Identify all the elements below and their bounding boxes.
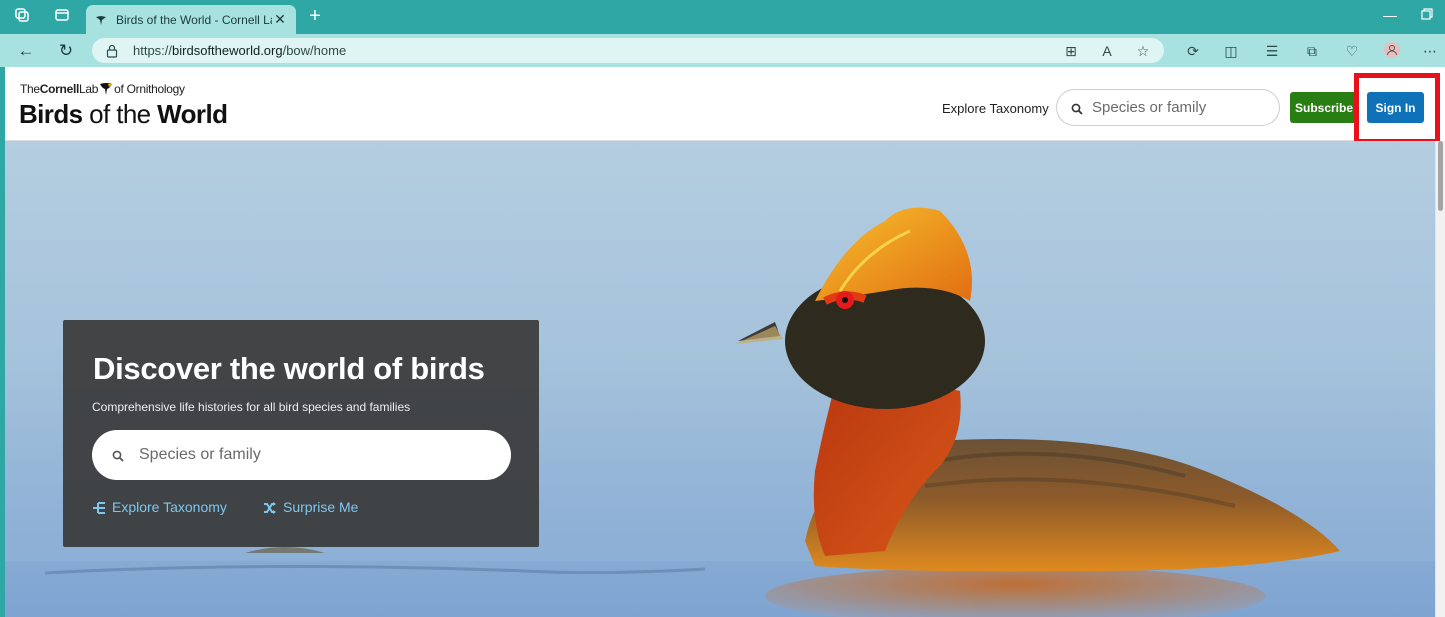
new-tab-icon[interactable]: +	[304, 5, 326, 27]
browser-address-bar: ← ↻ https://birdsoftheworld.org/bow/home…	[0, 34, 1445, 67]
discover-card: Discover the world of birds Comprehensiv…	[63, 320, 539, 547]
profile-avatar-icon[interactable]	[1382, 41, 1402, 61]
explore-taxonomy-label: Explore Taxonomy	[112, 499, 227, 515]
url-path: /bow/home	[282, 43, 347, 58]
logo-birds: Birds	[19, 99, 83, 129]
header-search-box[interactable]	[1056, 89, 1280, 126]
hero-banner: Discover the world of birds Comprehensiv…	[5, 141, 1435, 617]
logo-the: The	[20, 82, 40, 96]
bird-favicon-icon	[94, 13, 108, 27]
url-domain: birdsoftheworld.org	[172, 43, 283, 58]
restore-icon[interactable]	[1421, 7, 1433, 23]
surprise-me-link[interactable]: Surprise Me	[263, 499, 358, 515]
hero-search-box[interactable]	[92, 430, 511, 480]
subscribe-button[interactable]: Subscribe	[1290, 92, 1358, 123]
browser-tab-bar: Birds of the World - Cornell Lab o ✕ + —	[0, 0, 1445, 34]
grid-icon[interactable]: ⊞	[1061, 41, 1081, 61]
extensions-icon[interactable]: ⟳	[1183, 41, 1203, 61]
lock-icon	[106, 44, 120, 58]
more-icon[interactable]: ⋯	[1420, 41, 1440, 61]
url-field[interactable]: https://birdsoftheworld.org/bow/home	[92, 38, 1164, 63]
cornell-lab-logo[interactable]: The Cornell Lab of Ornithology	[20, 82, 185, 96]
scrollbar-thumb[interactable]	[1438, 141, 1443, 211]
header-search-input[interactable]	[1092, 99, 1262, 116]
search-icon	[112, 449, 124, 462]
refresh-icon[interactable]: ↻	[55, 40, 77, 62]
close-tab-icon[interactable]: ✕	[272, 11, 288, 28]
page-scrollbar[interactable]	[1435, 141, 1445, 617]
tab-actions-icon[interactable]	[52, 7, 72, 27]
minimize-icon[interactable]: —	[1383, 7, 1397, 23]
heart-icon[interactable]: ♡	[1342, 41, 1362, 61]
url-scheme: https://	[133, 43, 173, 58]
birds-of-the-world-logo[interactable]: Birds of the World	[19, 99, 228, 130]
browser-tab-active[interactable]: Birds of the World - Cornell Lab o ✕	[86, 5, 296, 34]
surprise-me-label: Surprise Me	[283, 499, 359, 515]
logo-of-the: of the	[82, 99, 158, 129]
sign-in-button[interactable]: Sign In	[1367, 92, 1424, 123]
nav-explore-taxonomy-link[interactable]: Explore Taxonomy	[942, 101, 1049, 116]
hero-subtitle: Comprehensive life histories for all bir…	[92, 400, 411, 414]
favorites-list-icon[interactable]: ☰	[1262, 41, 1282, 61]
logo-ornithology: of Ornithology	[114, 82, 185, 96]
read-aloud-icon[interactable]: A	[1097, 41, 1117, 61]
cornell-bird-logo-icon	[99, 82, 113, 96]
url-text: https://birdsoftheworld.org/bow/home	[133, 43, 346, 58]
collections-icon[interactable]: ⧉	[1302, 41, 1322, 61]
back-icon[interactable]: ←	[15, 40, 37, 62]
logo-world: World	[157, 99, 228, 129]
favorite-star-icon[interactable]: ☆	[1133, 41, 1153, 61]
site-header: The Cornell Lab of Ornithology Birds of th…	[5, 67, 1440, 144]
search-icon	[1071, 102, 1083, 115]
hero-title: Discover the world of birds	[93, 351, 485, 386]
workspaces-icon[interactable]	[12, 7, 32, 27]
tab-title: Birds of the World - Cornell Lab o	[116, 12, 272, 27]
logo-cornell: Cornell	[39, 82, 80, 96]
split-screen-icon[interactable]: ◫	[1221, 41, 1241, 61]
shuffle-icon	[263, 501, 277, 514]
taxonomy-tree-icon	[92, 501, 106, 514]
hero-explore-taxonomy-link[interactable]: Explore Taxonomy	[92, 499, 227, 515]
hero-search-input[interactable]	[139, 446, 479, 464]
logo-lab: Lab	[79, 82, 99, 96]
